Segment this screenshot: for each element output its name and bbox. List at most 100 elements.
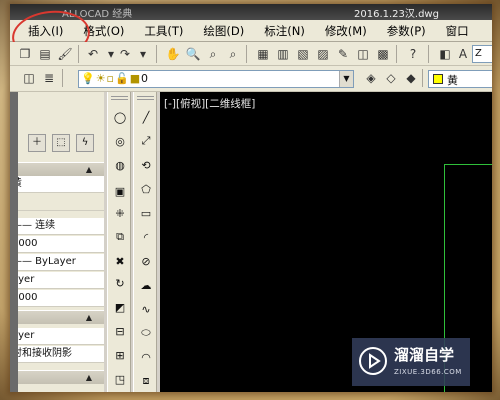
copy-icon[interactable]: ◎ — [111, 132, 129, 150]
autocad-window: ALLOCAD 经典 2016.1.23汉.dwg 插入(I) 格式(O) 工具… — [10, 4, 492, 392]
markup-icon[interactable]: ✎ — [334, 45, 352, 63]
prop-row-blank — [10, 194, 104, 211]
layers-toolbar: ◫ ≣ 💡☀▫🔓■ 0 ▼ ◈ ◇ ◆ 黄 — [10, 66, 492, 92]
tool-palettes-icon[interactable]: ▧ — [294, 45, 312, 63]
properties-icon[interactable]: ▦ — [254, 45, 272, 63]
select-objects-icon[interactable]: ⬚ — [52, 134, 70, 152]
annotation-scale-icon[interactable]: A — [454, 45, 472, 63]
modify-toolbar: ◯ ◎ ◍ ▣ ⁜ ⧉ ✖ ↻ ◩ ⊟ ⊞ ◳ — [107, 92, 131, 392]
palette-buttons: ＋ ⬚ ϟ — [18, 126, 98, 156]
layer-state-icons: 💡☀▫🔓■ — [81, 72, 142, 85]
workspace-icon[interactable]: ◧ — [436, 45, 454, 63]
collapse-icon: ▲ — [85, 165, 92, 174]
draw-toolbar: ╱ ⤢ ⟲ ⬠ ▭ ◜ ⊘ ☁ ∿ ⬭ ◠ ⧈ — [133, 92, 157, 392]
app-title: ALLOCAD 经典 — [62, 9, 133, 20]
zoom-previous-icon[interactable]: ⌕ — [224, 45, 242, 63]
polyline-icon[interactable]: ⟲ — [137, 156, 155, 174]
color-dropdown[interactable]: 黄 — [428, 70, 492, 88]
play-logo-icon — [359, 347, 387, 375]
zoom-realtime-icon[interactable]: 🔍 — [184, 45, 202, 63]
ellipse-icon[interactable]: ⬭ — [137, 324, 155, 342]
menu-bar: 插入(I) 格式(O) 工具(T) 绘图(D) 标注(N) 修改(M) 参数(P… — [10, 20, 492, 42]
undo-icon[interactable]: ↶ — [84, 45, 102, 63]
menu-parametric[interactable]: 参数(P) — [381, 21, 432, 41]
layer-stack-icon[interactable]: ≣ — [40, 69, 58, 87]
color-swatch — [433, 74, 443, 84]
section-header-3d[interactable]: ▲ — [10, 310, 104, 324]
zoom-window-icon[interactable]: ⌕ — [204, 45, 222, 63]
pan-icon[interactable]: ✋ — [164, 45, 182, 63]
layer-previous-icon[interactable]: ◇ — [382, 69, 400, 87]
polygon-icon[interactable]: ⬠ — [137, 180, 155, 198]
revision-cloud-icon[interactable]: ☁ — [137, 276, 155, 294]
properties-palette: ＋ ⬚ ϟ ▲ 黄 —— 连续 0000 —— ByLayer ayer 000… — [10, 92, 104, 392]
rectangle-icon[interactable]: ▭ — [137, 204, 155, 222]
design-center-icon[interactable]: ▥ — [274, 45, 292, 63]
file-title: 2016.1.23汉.dwg — [354, 9, 439, 20]
trim-icon[interactable]: ⊟ — [111, 322, 129, 340]
array-icon[interactable]: ⁜ — [111, 204, 129, 222]
extend-icon[interactable]: ⊞ — [111, 346, 129, 364]
move-icon[interactable]: ⧉ — [111, 228, 129, 246]
mirror-icon[interactable]: ◍ — [111, 156, 129, 174]
menu-insert[interactable]: 插入(I) — [22, 21, 69, 41]
chevron-down-icon[interactable]: ▼ — [339, 71, 353, 87]
quickcalc-icon[interactable]: ▩ — [374, 45, 392, 63]
make-current-layer-icon[interactable]: ◈ — [362, 69, 380, 87]
menu-format[interactable]: 格式(O) — [77, 21, 130, 41]
viewport-controls-label[interactable]: [-][俯视][二维线框] — [164, 96, 255, 111]
circle-icon[interactable]: ⊘ — [137, 252, 155, 270]
palette-grip[interactable] — [10, 92, 18, 392]
stretch-icon[interactable]: ◩ — [111, 298, 129, 316]
standard-toolbar: ❐ ▤ 🖌 ↶ ▾ ↷ ▾ ✋ 🔍 ⌕ ⌕ ▦ ▥ ▧ ▨ ✎ ◫ ▩ ? ◧ … — [10, 42, 492, 66]
ellipse-arc-icon[interactable]: ◠ — [137, 348, 155, 366]
match-properties-icon[interactable]: 🖌 — [56, 45, 74, 63]
paste-icon[interactable]: ▤ — [36, 45, 54, 63]
rotate-icon[interactable]: ✖ — [111, 252, 129, 270]
prop-row-scale[interactable]: 0000 — [10, 236, 104, 253]
color-current-value: 黄 — [447, 74, 458, 87]
help-icon[interactable]: ? — [404, 45, 422, 63]
copy-clip-icon[interactable]: ❐ — [16, 45, 34, 63]
section-header-general[interactable]: ▲ — [10, 162, 104, 176]
erase-icon[interactable]: ◯ — [111, 108, 129, 126]
watermark: 溜溜自学 ZIXUE.3D66.COM — [352, 338, 470, 386]
title-bar: ALLOCAD 经典 2016.1.23汉.dwg — [10, 4, 492, 20]
redo-icon[interactable]: ↷ — [116, 45, 134, 63]
layer-isolate-icon[interactable]: ◆ — [402, 69, 420, 87]
offset-icon[interactable]: ▣ — [111, 182, 129, 200]
menu-dimension[interactable]: 标注(N) — [258, 21, 311, 41]
break-icon[interactable]: ◳ — [111, 370, 129, 388]
layer-manager-icon[interactable]: ◫ — [20, 69, 38, 87]
menu-draw[interactable]: 绘图(D) — [197, 21, 250, 41]
menu-window[interactable]: 窗口 — [440, 21, 475, 41]
section-header-plot[interactable]: ▲ — [10, 370, 104, 384]
layer-dropdown[interactable]: 💡☀▫🔓■ 0 ▼ — [78, 70, 354, 88]
arc-icon[interactable]: ◜ — [137, 228, 155, 246]
collapse-icon: ▲ — [85, 373, 92, 382]
prop-row-linetype[interactable]: —— 连续 — [10, 218, 104, 235]
sheet-set-icon[interactable]: ▨ — [314, 45, 332, 63]
menu-tools[interactable]: 工具(T) — [138, 21, 189, 41]
spline-icon[interactable]: ∿ — [137, 300, 155, 318]
prop-row-plotstyle[interactable]: ayer — [10, 272, 104, 289]
quick-select-icon[interactable]: ϟ — [76, 134, 94, 152]
insert-block-icon[interactable]: ⧈ — [137, 372, 155, 390]
prop-row-lineweight[interactable]: —— ByLayer — [10, 254, 104, 271]
layer-current-value: 0 — [141, 72, 148, 85]
dbconnect-icon[interactable]: ◫ — [354, 45, 372, 63]
collapse-icon: ▲ — [85, 313, 92, 322]
prop-row-color[interactable]: 黄 — [10, 176, 104, 193]
line-icon[interactable]: ╱ — [137, 108, 155, 126]
scale-icon[interactable]: ↻ — [111, 274, 129, 292]
watermark-title: 溜溜自学 — [394, 346, 455, 364]
prop-row-shadow[interactable]: 射和接收阴影 — [10, 346, 104, 363]
prop-row-material[interactable]: ayer — [10, 328, 104, 345]
prop-row-thickness[interactable]: 0000 — [10, 290, 104, 307]
toggle-pickadd-icon[interactable]: ＋ — [28, 134, 46, 152]
menu-modify[interactable]: 修改(M) — [319, 21, 373, 41]
watermark-url: ZIXUE.3D66.COM — [394, 368, 462, 376]
construction-line-icon[interactable]: ⤢ — [137, 132, 155, 150]
redo-dropdown-icon[interactable]: ▾ — [134, 45, 152, 63]
zoom-field[interactable]: Z — [472, 45, 492, 63]
